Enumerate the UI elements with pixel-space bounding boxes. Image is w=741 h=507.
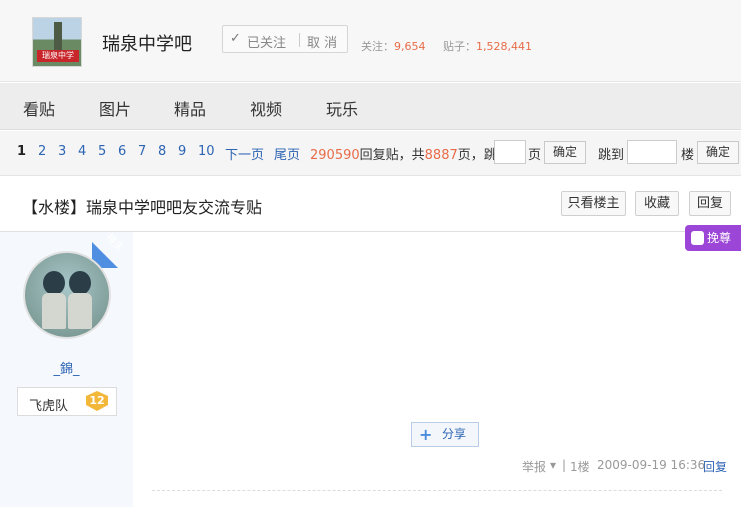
avatar-figure	[69, 271, 91, 295]
forum-name[interactable]: 瑞泉中学吧	[102, 30, 192, 56]
post-date: 2009-09-19 16:36	[597, 458, 706, 472]
page-link[interactable]: 5	[98, 144, 106, 159]
logo-tower-shape	[54, 22, 62, 52]
thread-title: 【水楼】瑞泉中学吧吧友交流专贴	[22, 198, 263, 217]
nav-tab-pictures[interactable]: 图片	[99, 96, 131, 120]
share-button[interactable]: + 分享	[411, 422, 479, 447]
page-link[interactable]: 10	[198, 144, 215, 159]
gift-label: 挽尊	[707, 231, 732, 245]
post-divider	[152, 490, 722, 491]
page-jump-input[interactable]	[494, 140, 526, 164]
posts-stat-count: 1,528,441	[476, 40, 532, 53]
favorite-button[interactable]: 收藏	[635, 191, 679, 216]
reply-count: 290590	[310, 148, 360, 163]
nav-tab-featured[interactable]: 精品	[174, 96, 206, 120]
level-badge-icon: 12	[86, 391, 108, 411]
plus-icon: +	[419, 425, 433, 444]
avatar[interactable]	[23, 251, 111, 339]
unfollow-button[interactable]: 取 消	[307, 32, 337, 51]
gift-button[interactable]: 挽尊	[685, 225, 741, 251]
owner-ribbon: 楼主	[92, 232, 133, 268]
page-link[interactable]: 2	[38, 144, 46, 159]
pagination-bar: 1 2 3 4 5 6 7 8 9 10 下一页 尾页 290590回复贴，共8…	[0, 131, 741, 176]
page-link-current: 1	[17, 144, 27, 159]
last-page-link[interactable]: 尾页	[274, 144, 300, 163]
page-link[interactable]: 8	[158, 144, 166, 159]
avatar-figure-body	[42, 293, 66, 329]
page-link[interactable]: 4	[78, 144, 86, 159]
avatar-figure	[43, 271, 65, 295]
page-jump-confirm-button[interactable]: 确定	[544, 141, 586, 164]
follow-button[interactable]: ✓ 已关注 取 消	[222, 25, 348, 53]
page-link[interactable]: 7	[138, 144, 146, 159]
report-link[interactable]: 举报	[522, 458, 546, 475]
check-icon: ✓	[230, 31, 241, 46]
forum-nav: 看贴 图片 精品 视频 玩乐	[0, 83, 741, 130]
floor-jump-input[interactable]	[627, 140, 677, 164]
thread-title-bar: 【水楼】瑞泉中学吧吧友交流专贴 只看楼主 收藏 回复	[0, 176, 741, 232]
badge-title: 飞虎队	[29, 399, 69, 414]
nav-tab-fun[interactable]: 玩乐	[326, 96, 358, 120]
only-owner-button[interactable]: 只看楼主	[561, 191, 626, 216]
reply-thread-button[interactable]: 回复	[689, 191, 731, 216]
posts-stat: 贴子：1,528,441	[443, 38, 532, 54]
report-dropdown-icon[interactable]: ▾	[550, 458, 556, 472]
nav-tab-posts[interactable]: 看贴	[23, 96, 55, 120]
meta-divider: |	[562, 458, 567, 472]
reply-summary: 290590回复贴，共8887页，跳到	[310, 144, 510, 163]
page-total: 8887	[424, 148, 458, 163]
follow-stat-count: 9,654	[394, 40, 426, 53]
forum-header: 瑞泉中学 瑞泉中学吧 ✓ 已关注 取 消 关注：9,654 贴子：1,528,4…	[0, 0, 741, 82]
next-page-link[interactable]: 下一页	[225, 144, 264, 163]
forum-logo[interactable]: 瑞泉中学	[32, 17, 82, 67]
share-label: 分享	[442, 427, 467, 441]
member-badge[interactable]: 飞虎队 12	[17, 387, 117, 416]
floor-unit-label: 楼	[681, 148, 695, 163]
floor-jump-label: 跳到	[598, 148, 625, 163]
posts-stat-label: 贴子：	[443, 40, 476, 53]
page-unit-label: 页	[528, 148, 542, 163]
avatar-figure-body	[68, 293, 92, 329]
follow-stat: 关注：9,654	[361, 38, 426, 54]
gift-icon	[691, 231, 704, 245]
follow-status: 已关注	[247, 36, 287, 51]
follow-divider	[299, 33, 300, 47]
floor-jump-confirm-button[interactable]: 确定	[697, 141, 739, 164]
nav-tab-videos[interactable]: 视频	[250, 96, 282, 120]
reply-label: 回复贴，共	[359, 148, 425, 163]
logo-stamp: 瑞泉中学	[37, 50, 79, 62]
post-username[interactable]: _錦_	[0, 358, 133, 377]
owner-ribbon-label: 楼主	[103, 232, 126, 254]
follow-stat-label: 关注：	[361, 40, 394, 53]
page-link[interactable]: 9	[178, 144, 186, 159]
page-link[interactable]: 6	[118, 144, 126, 159]
post-floor: 1楼	[570, 460, 590, 474]
post-reply-link[interactable]: 回复	[703, 458, 727, 475]
page-link[interactable]: 3	[58, 144, 66, 159]
